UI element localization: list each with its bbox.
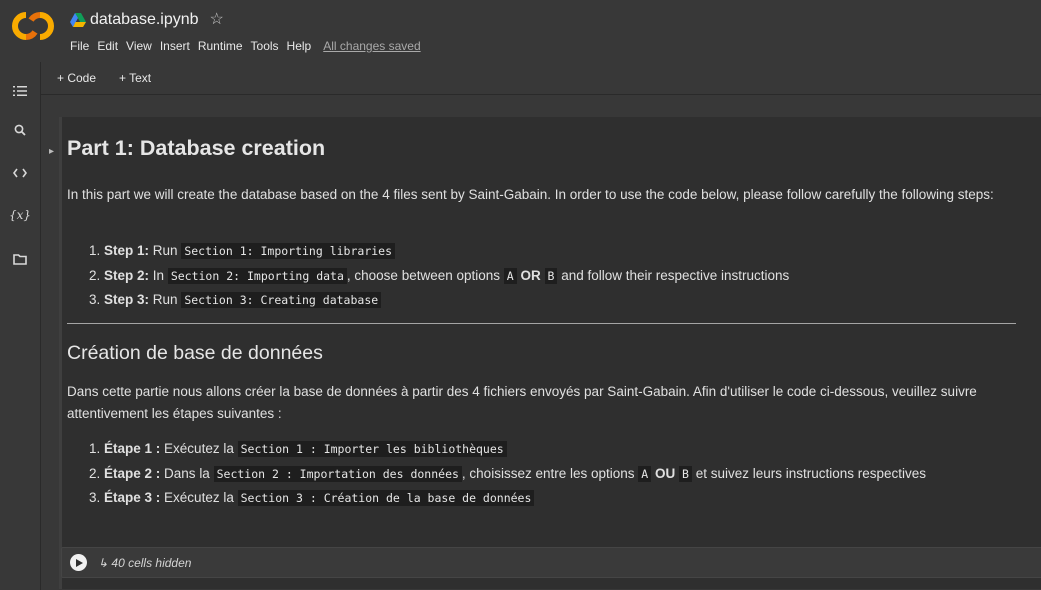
google-drive-icon [70, 13, 86, 27]
add-code-button[interactable]: + Code [57, 71, 96, 85]
code-snippets-icon[interactable] [12, 165, 28, 181]
colab-logo[interactable] [10, 8, 56, 44]
steps-list-en: Step 1: Run Section 1: Importing librari… [67, 239, 1034, 313]
menu-tools[interactable]: Tools [251, 39, 279, 53]
intro-paragraph: In this part we will create the database… [67, 187, 994, 202]
section-collapse-icon[interactable]: ▸ [49, 146, 54, 157]
hidden-cells-bar[interactable]: ↳ 40 cells hidden [61, 547, 1041, 578]
menu-view[interactable]: View [126, 39, 152, 53]
run-icon[interactable] [70, 554, 87, 571]
section-heading: Part 1: Database creation [67, 136, 326, 160]
table-of-contents-icon[interactable] [12, 83, 28, 99]
menu-edit[interactable]: Edit [97, 39, 118, 53]
list-item: Étape 1 : Exécutez la Section 1 : Import… [104, 437, 1034, 462]
hidden-cells-label[interactable]: ↳ 40 cells hidden [98, 556, 191, 570]
menu-insert[interactable]: Insert [160, 39, 190, 53]
star-icon[interactable]: ☆ [210, 12, 224, 28]
menu-file[interactable]: File [70, 39, 89, 53]
horizontal-rule [67, 323, 1016, 324]
list-item: Step 3: Run Section 3: Creating database [104, 288, 1034, 313]
save-status-link[interactable]: All changes saved [323, 39, 420, 53]
menu-help[interactable]: Help [287, 39, 312, 53]
files-icon[interactable] [12, 251, 28, 267]
steps-list-fr: Étape 1 : Exécutez la Section 1 : Import… [67, 437, 1034, 511]
variables-icon[interactable]: {x} [9, 207, 31, 223]
toolbar: + Code + Text [40, 62, 1041, 95]
header: database.ipynb ☆ File Edit View Insert R… [0, 0, 1041, 62]
french-intro-paragraph: Dans cette partie nous allons créer la b… [67, 384, 977, 421]
search-icon[interactable] [12, 122, 28, 138]
colab-window: database.ipynb ☆ File Edit View Insert R… [0, 0, 1041, 590]
menu-bar: File Edit View Insert Runtime Tools Help… [70, 39, 421, 53]
list-item: Étape 2 : Dans la Section 2 : Importatio… [104, 462, 1034, 487]
menu-runtime[interactable]: Runtime [198, 39, 243, 53]
add-text-button[interactable]: + Text [119, 71, 151, 85]
french-section-heading: Création de base de données [67, 342, 323, 364]
list-item: Step 2: In Section 2: Importing data, ch… [104, 264, 1034, 289]
left-rail: {x} [0, 62, 41, 590]
notebook-title[interactable]: database.ipynb [90, 11, 199, 29]
list-item: Step 1: Run Section 1: Importing librari… [104, 239, 1034, 264]
list-item: Étape 3 : Exécutez la Section 3 : Créati… [104, 486, 1034, 511]
